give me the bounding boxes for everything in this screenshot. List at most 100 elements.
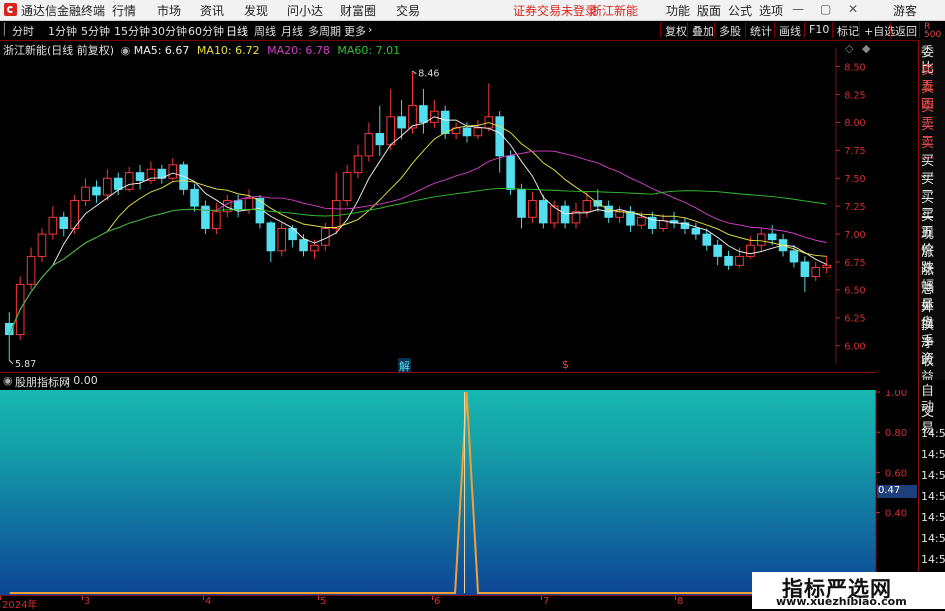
restore-icon[interactable]: ▢ <box>820 2 831 16</box>
candle[interactable] <box>375 105 385 156</box>
menu-hangqing[interactable]: 行情 <box>112 2 136 19</box>
candle[interactable] <box>713 239 722 266</box>
tab-1min[interactable]: 1分钟 <box>48 23 77 39</box>
candle[interactable] <box>756 228 766 251</box>
candle[interactable] <box>201 200 210 235</box>
candle[interactable] <box>680 217 690 235</box>
indicator-toggle-icon[interactable]: ◉ <box>3 374 13 387</box>
menu-caifuquan[interactable]: 财富圈 <box>340 2 376 19</box>
candle[interactable] <box>691 222 701 240</box>
tab-5min[interactable]: 5分钟 <box>81 23 110 39</box>
candle[interactable] <box>495 111 504 173</box>
indicator-header: ◉ 股朋指标网 : 0.00 <box>0 372 876 390</box>
candle[interactable] <box>266 220 276 262</box>
candle[interactable] <box>430 100 439 128</box>
menu-shichang[interactable]: 市场 <box>157 2 181 19</box>
tab-daily[interactable]: 日线 <box>226 23 248 39</box>
tab-60min[interactable]: 60分钟 <box>188 23 224 39</box>
candle[interactable] <box>233 194 243 218</box>
candle[interactable] <box>353 144 363 179</box>
candle[interactable] <box>190 183 199 212</box>
candle[interactable] <box>626 206 635 232</box>
candle[interactable] <box>81 178 90 207</box>
fuquan-button[interactable]: 复权 <box>660 22 690 38</box>
candle[interactable] <box>582 191 592 218</box>
candle[interactable] <box>408 71 417 134</box>
chevron-right-icon[interactable]: › <box>368 23 372 36</box>
candle[interactable] <box>4 312 14 361</box>
time-sales-item: 14:56 <box>921 490 945 503</box>
close-icon[interactable]: ✕ <box>848 2 858 16</box>
multi-stock-button[interactable]: 多股 <box>714 22 744 38</box>
candle[interactable] <box>724 250 733 270</box>
candle[interactable] <box>37 228 47 262</box>
candle[interactable] <box>15 276 25 341</box>
candle[interactable] <box>135 164 145 190</box>
candle[interactable] <box>451 122 461 140</box>
menu-gongneng[interactable]: 功能 <box>666 2 690 19</box>
account-status[interactable]: 证券交易未登录 <box>513 2 597 19</box>
menu-zixun[interactable]: 资讯 <box>200 2 224 19</box>
candle[interactable] <box>299 234 308 257</box>
tab-weekly[interactable]: 周线 <box>254 23 276 39</box>
candle[interactable] <box>222 194 232 218</box>
candle[interactable] <box>473 120 483 140</box>
candle[interactable] <box>146 161 156 184</box>
mark-button[interactable]: 标记 <box>832 22 862 38</box>
menu-gongshi[interactable]: 公式 <box>728 2 752 19</box>
tab-multi-period[interactable]: 多周期 <box>308 23 341 39</box>
candle[interactable] <box>26 247 36 290</box>
candle[interactable] <box>419 88 428 134</box>
draw-line-button[interactable]: 画线 <box>774 22 804 38</box>
tab-30min[interactable]: 30分钟 <box>151 23 187 39</box>
candle[interactable] <box>70 194 79 235</box>
period-toolbar: ▏ 分时 1分钟 5分钟 15分钟 30分钟 60分钟 日线 周线 月线 多周期… <box>0 21 945 41</box>
candle[interactable] <box>669 211 679 229</box>
candle[interactable] <box>517 183 526 229</box>
tab-15min[interactable]: 15分钟 <box>114 23 150 39</box>
price-chart[interactable]: 8.50 8.25 8.00 7.75 7.50 7.25 7.00 6.75 6.50 6.25… <box>0 40 876 372</box>
candle[interactable] <box>331 172 341 235</box>
candle[interactable] <box>364 122 374 162</box>
candle[interactable] <box>800 256 810 293</box>
candle[interactable] <box>179 161 188 195</box>
indicator-chart[interactable]: 1.00 0.80 0.60 0.40 <box>0 390 918 595</box>
candle[interactable] <box>571 202 581 229</box>
candle[interactable] <box>212 202 221 235</box>
candle[interactable] <box>528 191 537 223</box>
candle[interactable] <box>615 206 624 223</box>
s-marker[interactable]: $ <box>562 358 569 371</box>
menu-wenxiaoda[interactable]: 问小达 <box>287 2 323 19</box>
candle[interactable] <box>92 180 101 203</box>
overlay-button[interactable]: 叠加 <box>687 22 717 38</box>
candle[interactable] <box>386 88 396 151</box>
candle[interactable] <box>277 222 287 257</box>
candle[interactable] <box>822 256 831 274</box>
candle[interactable] <box>48 206 58 240</box>
candle[interactable] <box>342 164 352 207</box>
menu-xuanxiang[interactable]: 选项 <box>759 2 783 19</box>
time-axis-label: 7 <box>543 596 550 607</box>
minimize-icon[interactable]: — <box>792 2 804 16</box>
candle[interactable] <box>157 164 167 184</box>
guest-label[interactable]: 游客 <box>893 2 917 19</box>
menu-jiaoyi[interactable]: 交易 <box>396 2 420 19</box>
candle[interactable] <box>593 189 603 212</box>
y-tick-label: 8.50 <box>844 62 865 73</box>
candle[interactable] <box>124 167 134 192</box>
statistics-button[interactable]: 统计 <box>745 22 775 38</box>
candle[interactable] <box>168 158 178 181</box>
time-axis-tick <box>432 596 433 600</box>
menu-banmian[interactable]: 版面 <box>697 2 721 19</box>
candle[interactable] <box>310 239 319 259</box>
f10-button[interactable]: F10 <box>804 22 832 38</box>
tab-more[interactable]: 更多 <box>344 23 366 39</box>
candle[interactable] <box>59 211 69 237</box>
candle[interactable] <box>560 200 570 229</box>
tab-fenshi[interactable]: 分时 <box>12 23 34 39</box>
tab-monthly[interactable]: 月线 <box>281 23 303 39</box>
candle[interactable] <box>484 83 494 132</box>
back-button[interactable]: 返回 <box>890 22 920 38</box>
candle[interactable] <box>811 261 821 281</box>
menu-faxian[interactable]: 发现 <box>244 2 268 19</box>
